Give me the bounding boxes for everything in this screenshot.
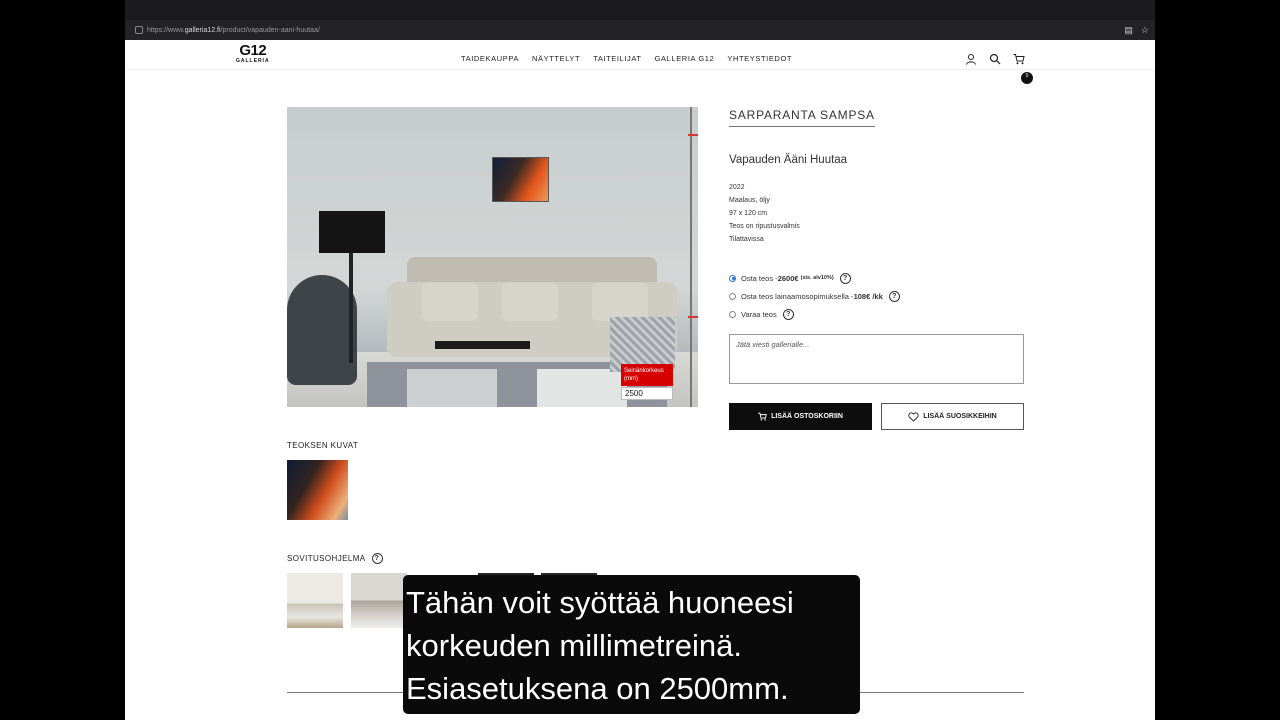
address-bar[interactable]: https://www.galleria12.fi/product/vapaud… [125, 20, 1155, 40]
wall-height-input[interactable]: 2500 [621, 387, 673, 400]
option-buy[interactable]: Osta teos - 2600€ (sis. alv10%) ? [729, 269, 900, 287]
bookmark-star-icon[interactable]: ☆ [1141, 25, 1149, 36]
room-rug-tile [407, 369, 497, 407]
artwork-image-thumbnail[interactable] [287, 460, 348, 520]
lease-price: 108€ /kk [853, 291, 883, 301]
option-reserve[interactable]: Varaa teos ? [729, 305, 900, 323]
help-icon[interactable]: ? [888, 290, 900, 302]
radio-buy[interactable] [729, 274, 736, 282]
nav-item-galleria-g12[interactable]: GALLERIA G12 [655, 54, 715, 63]
room-pillow [592, 283, 648, 321]
artwork-images-heading: TEOKSEN KUVAT [287, 441, 359, 450]
room-option-thumbnail[interactable] [287, 573, 343, 628]
help-icon[interactable]: ? [371, 553, 383, 564]
artist-name[interactable]: SARPARANTA SAMPSA [729, 108, 875, 127]
radio-reserve[interactable] [729, 310, 736, 318]
search-icon[interactable] [989, 52, 1001, 65]
wall-height-label: Seinänkorkeus (mm) [621, 364, 673, 386]
ruler-tick [688, 316, 698, 318]
fitting-tool-heading: SOVITUSOHJELMA ? [287, 553, 383, 564]
artwork-year: 2022 [729, 184, 745, 191]
radio-lease[interactable] [729, 292, 736, 300]
nav-item-yhteystiedot[interactable]: YHTEYSTIEDOT [727, 54, 792, 63]
nav-item-nayttelyt[interactable]: NÄYTTELYT [532, 54, 580, 63]
cart-icon [758, 412, 767, 421]
artwork-details: 2022 Maalaus, öljy 97 x 120 cm Teos on r… [729, 181, 800, 246]
main-nav: TAIDEKAUPPA NÄYTTELYT TAITEILIJAT GALLER… [461, 54, 792, 63]
help-icon[interactable]: ? [782, 308, 794, 320]
room-lamp [319, 211, 385, 253]
video-subtitle: Tähän voit syöttää huoneesi korkeuden mi… [403, 575, 860, 714]
room-chair [287, 275, 357, 385]
subtitle-line: Esiasetuksena on 2500mm. [406, 671, 789, 706]
cart-icon[interactable]: 0 [1013, 52, 1033, 84]
room-pillow [502, 283, 558, 321]
reader-icon[interactable]: ▤ [1124, 25, 1133, 36]
artwork-on-wall[interactable] [492, 157, 549, 202]
nav-item-taidekauppa[interactable]: TAIDEKAUPPA [461, 54, 519, 63]
artwork-hanging: Teos on ripustusvalmis [729, 223, 800, 230]
help-icon[interactable]: ? [839, 272, 851, 284]
option-lease[interactable]: Osta teos lainaamosopimuksella - 108€ /k… [729, 287, 900, 305]
artwork-availability: Tilattavissa [729, 236, 764, 243]
ruler-tick [688, 134, 698, 136]
gallery-message-textarea[interactable]: Jätä viesti gallerialle... [729, 334, 1024, 384]
artwork-size: 97 x 120 cm [729, 210, 768, 217]
user-icon[interactable] [965, 52, 977, 65]
wall-height-ruler [690, 107, 692, 407]
nav-item-taiteilijat[interactable]: TAITEILIJAT [593, 54, 641, 63]
room-pillow [422, 283, 478, 321]
site-logo[interactable]: G12 GALLERIA [236, 43, 270, 64]
room-option-thumbnail[interactable] [351, 573, 407, 628]
subtitle-line: Tähän voit syöttää huoneesi [406, 585, 794, 620]
buy-vat-note: (sis. alv10%) [800, 275, 834, 281]
site-header: G12 GALLERIA TAIDEKAUPPA NÄYTTELYT TAITE… [125, 40, 1155, 84]
room-preview: Seinänkorkeus (mm) 2500 [287, 107, 698, 407]
heart-icon [908, 411, 919, 422]
room-coffee-table [435, 341, 530, 349]
artwork-medium: Maalaus, öljy [729, 197, 770, 204]
buy-price: 2600€ [777, 273, 799, 283]
add-to-favorites-button[interactable]: LISÄÄ SUOSIKKEIHIN [881, 403, 1024, 430]
room-rug-tile [537, 369, 627, 407]
add-to-cart-button[interactable]: LISÄÄ OSTOSKORIIN [729, 403, 872, 430]
artwork-title: Vapauden Ääni Huutaa [729, 154, 848, 166]
cart-count-badge: 0 [1021, 72, 1033, 84]
site-info-icon[interactable] [135, 26, 143, 34]
subtitle-line: korkeuden millimetreinä. [406, 628, 742, 663]
url-text[interactable]: https://www.galleria12.fi/product/vapaud… [147, 27, 320, 34]
purchase-options: Osta teos - 2600€ (sis. alv10%) ? Osta t… [729, 269, 900, 323]
browser-tab-bar [125, 0, 1155, 20]
room-lamp-pole [349, 253, 353, 363]
